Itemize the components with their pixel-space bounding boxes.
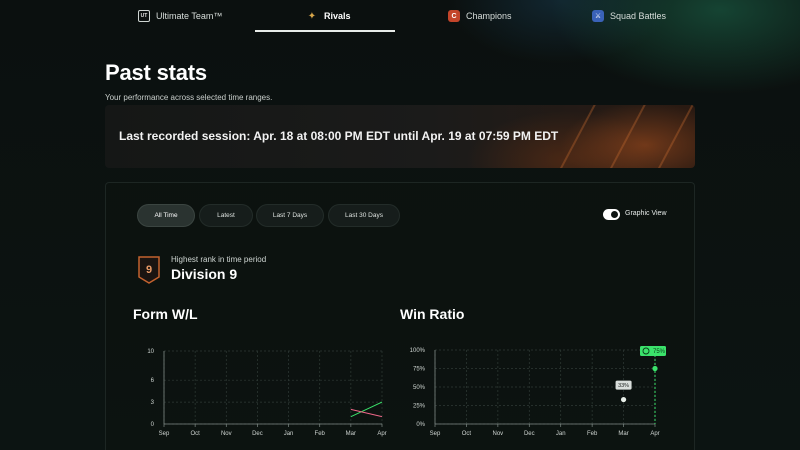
- graphic-view-label: Graphic View: [625, 210, 667, 217]
- squad-battles-icon: ⚔: [592, 10, 604, 22]
- banner-decoration: [647, 105, 695, 168]
- banner-decoration: [599, 105, 653, 168]
- x-tick-label: Sep: [159, 431, 170, 437]
- series-line: [350, 408, 383, 418]
- rank-caption: Highest rank in time period: [171, 255, 267, 264]
- x-tick-label: Nov: [221, 431, 232, 437]
- tab-squad-battles[interactable]: ⚔ Squad Battles: [592, 0, 666, 32]
- session-text: Last recorded session: Apr. 18 at 08:00 …: [119, 129, 559, 143]
- rivals-icon: ✦: [307, 10, 317, 22]
- top-navigation: UT Ultimate Team™ ✦ Rivals C Champions ⚔…: [0, 0, 800, 33]
- x-tick-label: Mar: [346, 431, 356, 437]
- x-tick-label: Dec: [524, 431, 535, 437]
- page-title: Past stats: [105, 60, 207, 85]
- tab-label: Squad Battles: [610, 11, 667, 21]
- x-tick-label: Nov: [493, 431, 504, 437]
- y-tick-label: 0: [151, 422, 155, 428]
- y-tick-label: 3: [151, 400, 155, 406]
- rank-value: Division 9: [171, 266, 238, 282]
- x-tick-label: Mar: [618, 431, 628, 437]
- tab-ultimate-team[interactable]: UT Ultimate Team™: [138, 0, 222, 32]
- tab-rivals[interactable]: ✦ Rivals: [306, 0, 351, 32]
- tab-label: Ultimate Team™: [156, 11, 223, 21]
- win-ratio-chart-title: Win Ratio: [400, 306, 465, 322]
- x-tick-label: Jan: [556, 431, 566, 437]
- y-tick-label: 10: [147, 349, 154, 355]
- filter-last-7-days[interactable]: Last 7 Days: [256, 204, 324, 227]
- x-tick-label: Oct: [190, 431, 200, 437]
- rank-badge-icon: 9: [138, 256, 160, 284]
- active-tab-indicator: [255, 30, 395, 32]
- data-label: 33%: [618, 383, 629, 389]
- x-tick-label: Apr: [377, 431, 386, 437]
- y-tick-label: 100%: [410, 348, 426, 354]
- filter-last-30-days[interactable]: Last 30 Days: [328, 204, 400, 227]
- series-line: [350, 401, 383, 418]
- win-ratio-chart: 100% 75% 50% 25% 0% Sep Oct Nov Dec Jan Feb Mar Apr 3…: [410, 346, 666, 437]
- y-tick-label: 0%: [416, 422, 425, 428]
- data-label: 75%: [653, 349, 666, 355]
- data-point[interactable]: [620, 396, 627, 403]
- session-banner: Last recorded session: Apr. 18 at 08:00 …: [105, 105, 695, 168]
- x-tick-label: Dec: [252, 431, 263, 437]
- x-tick-label: Jan: [284, 431, 294, 437]
- x-tick-label: Apr: [650, 431, 659, 437]
- tab-label: Rivals: [324, 11, 351, 21]
- rank-badge-number: 9: [146, 264, 152, 276]
- page-subtitle: Your performance across selected time ra…: [105, 93, 273, 102]
- tab-champions[interactable]: C Champions: [448, 0, 512, 32]
- x-tick-label: Oct: [462, 431, 472, 437]
- y-tick-label: 25%: [413, 404, 426, 410]
- data-point[interactable]: [652, 365, 658, 372]
- form-chart-title: Form W/L: [133, 306, 198, 322]
- form-wl-chart: 10 6 3 0 Sep Oct Nov Dec Jan Feb Mar Apr: [147, 349, 386, 437]
- y-tick-label: 50%: [413, 385, 426, 391]
- x-tick-label: Sep: [430, 431, 441, 437]
- graphic-view-toggle[interactable]: [603, 209, 620, 220]
- y-tick-label: 75%: [413, 367, 426, 373]
- champions-icon: C: [448, 10, 460, 22]
- toggle-knob: [611, 211, 618, 218]
- y-tick-label: 6: [151, 378, 155, 384]
- x-tick-label: Feb: [587, 431, 598, 437]
- tab-label: Champions: [466, 11, 512, 21]
- filter-all-time[interactable]: All Time: [137, 204, 195, 227]
- filter-latest[interactable]: Latest: [199, 204, 253, 227]
- x-tick-label: Feb: [315, 431, 326, 437]
- ultimate-team-icon: UT: [138, 10, 150, 22]
